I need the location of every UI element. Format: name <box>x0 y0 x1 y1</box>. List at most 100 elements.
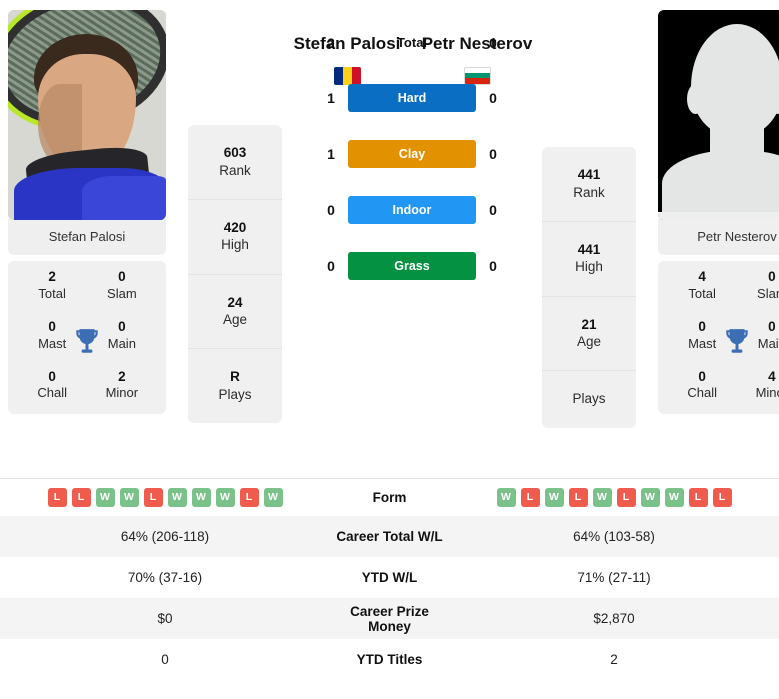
right-rank-label: Rank <box>573 184 605 200</box>
surface-badge-hard[interactable]: Hard <box>348 83 476 112</box>
h2h-clay-left-score: 1 <box>327 145 335 162</box>
titles-row-3: 0 Chall 4 Minor <box>664 369 779 403</box>
h2h-row-clay: 1 Clay 0 <box>314 139 510 168</box>
right-player-photo[interactable] <box>658 10 779 220</box>
trophy-icon <box>74 327 100 357</box>
form-badge-win: W <box>191 488 211 507</box>
h2h-total-right-score: 0 <box>489 34 497 51</box>
right-career-prize-money: $2,870 <box>593 611 635 626</box>
right-total-value: 4 <box>698 269 706 284</box>
left-total-value: 2 <box>48 269 56 284</box>
surface-breakdown: 2 Total 0 1 Hard 0 1 Clay 0 0 Indoor 0 0… <box>314 29 510 308</box>
right-rank-value: 441 <box>577 167 601 182</box>
right-age-value: 21 <box>581 316 597 332</box>
right-rank-cell: 441 Rank <box>542 147 636 222</box>
right-age-label: Age <box>576 334 602 350</box>
right-high-label: High <box>575 259 603 275</box>
right-slam-titles: 0 Slam <box>740 269 779 303</box>
form-badge-win: W <box>95 488 115 507</box>
form-badge-loss: L <box>616 488 636 507</box>
comparison-header: Stefan Palosi 2 Total 0 Slam 0 Mast 0 Ma… <box>0 0 779 478</box>
form-badge-win: W <box>167 488 187 507</box>
right-slam-label: Slam <box>757 285 779 301</box>
right-photo-caption: Petr Nesterov <box>658 219 779 255</box>
h2h-row-hard: 1 Hard 0 <box>314 83 510 112</box>
right-minor-label: Minor <box>755 385 779 401</box>
h2h-row-indoor: 0 Indoor 0 <box>314 195 510 224</box>
right-plays-label: Plays <box>572 391 606 407</box>
right-minor-titles: 4 Minor <box>740 369 779 403</box>
form-badge-win: W <box>496 488 516 507</box>
right-rank-column: 441 Rank 441 High 21 Age Plays <box>542 10 658 478</box>
form-badge-loss: L <box>520 488 540 507</box>
left-player-photo[interactable] <box>8 10 166 220</box>
table-row: 64% (206-118) Career Total W/L 64% (103-… <box>0 516 779 557</box>
left-plays-cell: R Plays <box>188 349 282 423</box>
right-chall-titles: 0 Chall <box>670 369 734 403</box>
titles-row-1: 2 Total 0 Slam <box>14 269 160 303</box>
left-total-label: Total <box>38 285 66 301</box>
left-total-titles: 2 Total <box>20 269 84 303</box>
form-badge-loss: L <box>712 488 732 507</box>
right-ytd-wl: 71% (27-11) <box>577 570 651 585</box>
titles-row-1: 4 Total 0 Slam <box>664 269 779 303</box>
left-age-label: Age <box>222 312 248 328</box>
left-high-cell: 420 High <box>188 200 282 275</box>
right-chall-value: 0 <box>698 368 706 384</box>
left-ytd-wl: 70% (37-16) <box>127 570 203 585</box>
surface-badge-clay[interactable]: Clay <box>348 139 476 168</box>
titles-row-3: 0 Chall 2 Minor <box>14 369 160 403</box>
h2h-hard-right-score: 0 <box>489 89 497 106</box>
h2h-clay-right-score: 0 <box>489 145 497 162</box>
player-shirt-highlight <box>82 176 166 220</box>
right-player-column: Petr Nesterov 4 Total 0 Sla 0 Mast 0 Mai… <box>658 10 779 478</box>
trophy-icon <box>724 327 750 357</box>
avatar-silhouette-body <box>662 150 779 220</box>
ytd-titles-label: YTD Titles <box>356 652 423 667</box>
form-badge-loss: L <box>47 488 67 507</box>
h2h-indoor-left-score: 0 <box>327 201 335 218</box>
h2h-row-total: 2 Total 0 <box>314 29 510 57</box>
table-row: 0 YTD Titles 2 <box>0 639 779 680</box>
form-badge-win: W <box>544 488 564 507</box>
left-rank-cell: 603 Rank <box>188 125 282 200</box>
left-photo-caption: Stefan Palosi <box>8 219 166 255</box>
form-badge-win: W <box>640 488 660 507</box>
left-chall-label: Chall <box>37 385 67 401</box>
surface-badge-indoor[interactable]: Indoor <box>348 195 476 224</box>
form-badge-win: W <box>263 488 283 507</box>
left-form-badges: LLWWLWWWLW <box>0 488 330 507</box>
right-slam-value: 0 <box>768 269 776 284</box>
left-chall-titles: 0 Chall <box>20 369 84 403</box>
form-badge-win: W <box>664 488 684 507</box>
h2h-grass-right-score: 0 <box>489 257 497 274</box>
career-total-wl-label: Career Total W/L <box>336 529 443 544</box>
left-slam-value: 0 <box>118 269 126 284</box>
right-plays-cell: Plays <box>542 371 636 427</box>
right-minor-value: 4 <box>768 368 776 384</box>
right-form-cell: WLWLWLWWLL <box>449 488 779 507</box>
h2h-hard-left-score: 1 <box>327 89 335 106</box>
right-age-cell: 21 Age <box>542 297 636 372</box>
left-form-cell: LLWWLWWWLW <box>0 488 330 507</box>
left-minor-value: 2 <box>118 368 126 384</box>
h2h-grass-left-score: 0 <box>327 257 335 274</box>
right-high-cell: 441 High <box>542 222 636 297</box>
h2h-indoor-right-score: 0 <box>489 201 497 218</box>
table-row: LLWWLWWWLW Form WLWLWLWWLL <box>0 479 779 516</box>
left-titles-block: 2 Total 0 Slam 0 Mast 0 Main 0 Chall 2 M… <box>8 261 166 415</box>
left-chall-value: 0 <box>48 368 56 384</box>
right-career-total-wl: 64% (103-58) <box>573 529 655 544</box>
right-total-label: Total <box>688 285 716 301</box>
left-rank-card: 603 Rank 420 High 24 Age R Plays <box>188 125 282 424</box>
form-badge-loss: L <box>688 488 708 507</box>
form-badge-loss: L <box>71 488 91 507</box>
right-titles-block: 4 Total 0 Slam 0 Mast 0 Main <box>658 261 779 415</box>
left-age-cell: 24 Age <box>188 275 282 350</box>
left-slam-titles: 0 Slam <box>90 269 154 303</box>
stats-table: LLWWLWWWLW Form WLWLWLWWLL 64% (206-118)… <box>0 478 779 680</box>
h2h-total-label: Total <box>396 34 428 50</box>
surface-badge-grass[interactable]: Grass <box>348 251 476 280</box>
h2h-total-left-score: 2 <box>327 34 335 51</box>
player-comparison-page: Stefan Palosi 2 Total 0 Slam 0 Mast 0 Ma… <box>0 0 779 699</box>
